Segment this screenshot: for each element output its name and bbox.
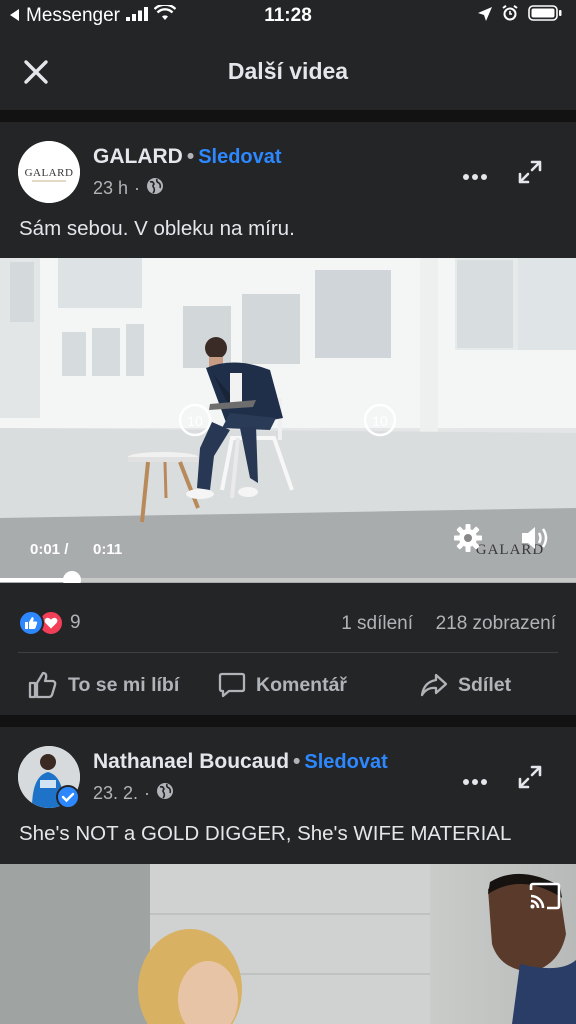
- video-current-time: 0:01 /: [30, 541, 69, 558]
- divider: [0, 110, 576, 122]
- like-label: To se mi líbí: [68, 673, 180, 696]
- view-count: 218 zobrazení: [435, 613, 556, 634]
- verified-badge-icon: [56, 785, 80, 809]
- comment-label: Komentář: [256, 673, 348, 696]
- share-label: Sdílet: [458, 673, 512, 696]
- settings-button[interactable]: [453, 523, 483, 553]
- video-frame: 10 10 GALARD: [0, 258, 576, 583]
- battery-icon: [528, 5, 562, 27]
- volume-icon: [522, 527, 548, 549]
- video-player[interactable]: 10 10 GALARD: [0, 258, 576, 583]
- author-name[interactable]: GALARD: [93, 145, 183, 168]
- reaction-summary[interactable]: 9: [18, 610, 81, 636]
- post-card: GALARD GALARD • Sledovat 23 h · Sám sebou.…: [0, 122, 576, 258]
- more-dots-icon: [463, 174, 487, 180]
- post-card: Nathanael Boucaud • Sledovat 23. 2. · She'…: [0, 727, 576, 864]
- more-options-button[interactable]: [462, 773, 488, 785]
- divider: [18, 652, 558, 653]
- galard-logo-icon: GALARD: [18, 141, 80, 203]
- author-name[interactable]: Nathanael Boucaud: [93, 750, 289, 773]
- comment-button[interactable]: Komentář: [218, 665, 347, 705]
- post-time[interactable]: 23. 2.: [93, 783, 138, 804]
- post-time[interactable]: 23 h: [93, 178, 128, 199]
- separator-dot: ·: [144, 783, 151, 803]
- divider: [0, 715, 576, 727]
- separator-dot: •: [186, 145, 195, 168]
- reaction-count: 9: [70, 612, 81, 633]
- post-caption: She's NOT a GOLD DIGGER, She's WIFE MATE…: [19, 822, 512, 845]
- share-button[interactable]: Sdílet: [420, 665, 511, 705]
- svg-text:GALARD: GALARD: [25, 167, 74, 179]
- location-arrow-icon: [478, 5, 492, 27]
- more-options-button[interactable]: [462, 168, 488, 180]
- cast-button[interactable]: [528, 882, 562, 910]
- post-caption: Sám sebou. V obleku na míru.: [19, 217, 295, 240]
- gear-icon: [454, 524, 482, 552]
- video-progress-bar[interactable]: [0, 571, 576, 589]
- alarm-clock-icon: [502, 4, 518, 27]
- rewind-label: 10: [187, 413, 203, 429]
- separator-dot: •: [293, 750, 301, 773]
- forward-label: 10: [372, 413, 388, 429]
- video-frame: [0, 864, 576, 1024]
- status-bar: Messenger 11:28: [0, 0, 576, 32]
- thumbs-up-icon: [28, 671, 57, 699]
- cast-icon: [529, 882, 561, 910]
- avatar[interactable]: GALARD: [18, 141, 80, 203]
- share-count[interactable]: 1 sdílení: [341, 613, 413, 634]
- action-bar: To se mi líbí Komentář Sdílet: [0, 665, 576, 709]
- follow-button[interactable]: Sledovat: [198, 146, 281, 168]
- globe-icon: [146, 177, 164, 200]
- expand-button[interactable]: [517, 764, 543, 790]
- expand-button[interactable]: [517, 159, 543, 185]
- video-duration: 0:11: [93, 541, 123, 558]
- like-button[interactable]: To se mi líbí: [28, 665, 179, 705]
- page-title: Další videa: [227, 58, 349, 84]
- comment-icon: [218, 672, 246, 698]
- progress-fill: [0, 578, 72, 582]
- share-arrow-icon: [420, 673, 448, 697]
- separator-dot: ·: [134, 178, 141, 198]
- like-reaction-icon: [18, 610, 44, 636]
- globe-icon: [156, 782, 174, 805]
- expand-icon: [518, 765, 542, 789]
- video-player[interactable]: [0, 864, 576, 1024]
- expand-icon: [518, 160, 542, 184]
- follow-button[interactable]: Sledovat: [304, 751, 387, 773]
- volume-button[interactable]: [520, 524, 552, 552]
- more-dots-icon: [463, 779, 487, 785]
- top-bar: Další videa: [0, 32, 576, 110]
